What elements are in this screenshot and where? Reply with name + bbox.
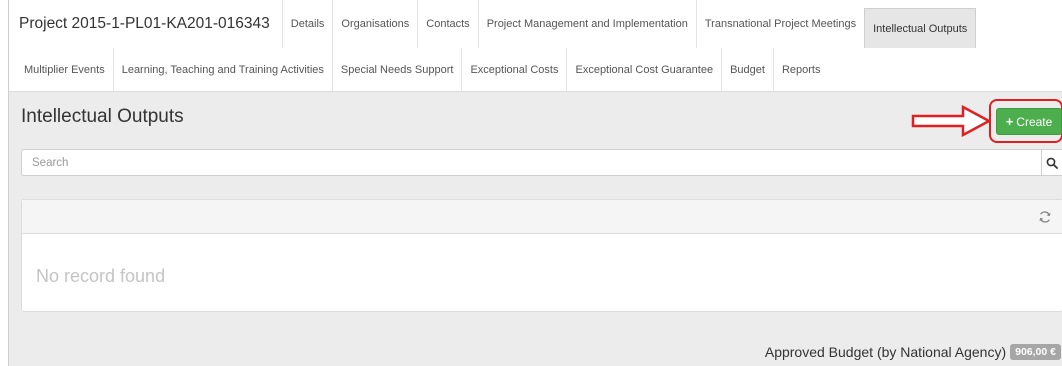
- tab-multiplier-events[interactable]: Multiplier Events: [9, 48, 113, 91]
- arrow-annotation-icon: [911, 105, 991, 137]
- budget-badge: 906,00 €: [1010, 344, 1061, 360]
- search-input[interactable]: [21, 149, 1041, 176]
- page-frame: Project 2015-1-PL01-KA201-016343 Details…: [8, 0, 1062, 366]
- search-button[interactable]: [1041, 149, 1062, 176]
- tab-project-management[interactable]: Project Management and Implementation: [477, 0, 696, 48]
- tab-exceptional-cost-guarantee[interactable]: Exceptional Cost Guarantee: [566, 48, 721, 91]
- refresh-icon[interactable]: [1038, 210, 1052, 224]
- tab-special-needs[interactable]: Special Needs Support: [331, 48, 462, 91]
- nav-row-2: Multiplier Events Learning, Teaching and…: [9, 48, 1062, 92]
- search-bar: [21, 149, 1062, 176]
- panel-header: [22, 200, 1062, 234]
- tab-details[interactable]: Details: [281, 0, 333, 48]
- tab-organisations[interactable]: Organisations: [332, 0, 417, 48]
- tab-transnational-meetings[interactable]: Transnational Project Meetings: [695, 0, 864, 48]
- nav-row-1: Project 2015-1-PL01-KA201-016343 Details…: [9, 0, 1062, 49]
- results-panel: No record found: [21, 199, 1062, 312]
- project-title[interactable]: Project 2015-1-PL01-KA201-016343: [9, 0, 282, 48]
- plus-icon: +: [1005, 114, 1014, 129]
- tab-exceptional-costs[interactable]: Exceptional Costs: [461, 48, 566, 91]
- search-icon: [1046, 157, 1058, 169]
- approved-budget: Approved Budget (by National Agency) 906…: [765, 344, 1061, 360]
- empty-state-text: No record found: [36, 266, 166, 286]
- tab-learning-activities[interactable]: Learning, Teaching and Training Activiti…: [112, 48, 332, 91]
- tab-intellectual-outputs[interactable]: Intellectual Outputs: [864, 8, 977, 48]
- create-button-label: Create: [1016, 114, 1053, 129]
- page-title: Intellectual Outputs: [21, 106, 184, 127]
- tab-budget[interactable]: Budget: [721, 48, 773, 91]
- tab-contacts[interactable]: Contacts: [417, 0, 477, 48]
- tab-reports[interactable]: Reports: [772, 48, 829, 91]
- create-button[interactable]: + Create: [996, 108, 1062, 135]
- budget-label: Approved Budget (by National Agency): [764, 344, 1007, 360]
